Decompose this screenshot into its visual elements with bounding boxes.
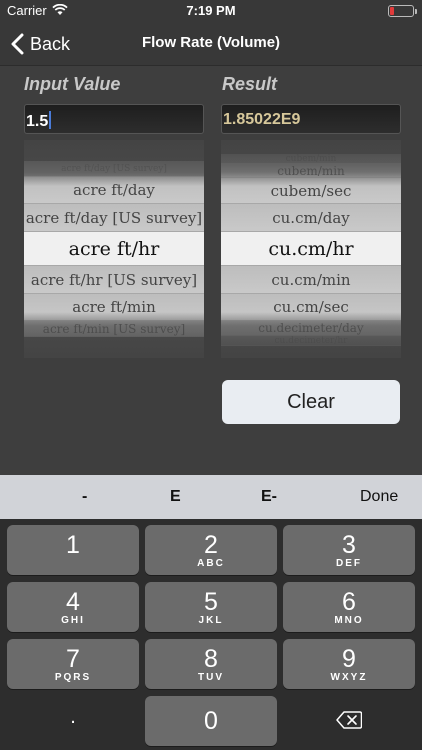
delete-key[interactable] [283,696,415,746]
picker-row[interactable]: acre ft/day [24,177,204,204]
picker-row[interactable]: cu.cm/day [221,204,401,232]
picker-row[interactable]: cu.decimeter/day [221,321,401,336]
key-letters: ABC [197,558,225,569]
key-letters: MNO [334,615,364,626]
done-button[interactable]: Done [360,488,398,506]
key-5[interactable]: 5 JKL [145,582,277,632]
input-unit-picker[interactable]: acre ft/day [US survey] acre ft/day acre… [24,140,204,358]
key-letters: GHI [61,615,85,626]
result-field: 1.85022E9 [221,104,401,134]
negative-exponent-key[interactable]: E- [261,488,277,506]
key-4[interactable]: 4 GHI [7,582,139,632]
key-letters: TUV [198,672,224,683]
keyboard-accessory-bar: - E E- Done [0,475,422,519]
battery-icon [388,5,417,17]
text-caret [49,111,52,129]
result-label: Result [222,74,278,94]
number-pad: 1 2 ABC 3 DEF 4 GHI 5 JKL 6 MNO 7 PQRS 8… [0,519,422,750]
converter-panel: Input Value Result 1.5 1.85022E9 acre ft… [0,66,422,475]
key-digit: 6 [342,588,356,616]
picker-row[interactable]: acre ft/day [US survey] [24,161,204,177]
key-3[interactable]: 3 DEF [283,525,415,575]
key-0[interactable]: 0 [145,696,277,746]
picker-row[interactable]: cubem/min [221,164,401,178]
key-digit: . [70,706,76,728]
key-digit: 9 [342,645,356,673]
status-time: 7:19 PM [186,3,236,18]
result-value-text: 1.85022E9 [223,111,301,128]
key-7[interactable]: 7 PQRS [7,639,139,689]
key-digit: 8 [204,645,218,673]
key-1[interactable]: 1 [7,525,139,575]
key-digit: 2 [204,531,218,559]
key-decimal[interactable]: . [7,696,139,746]
key-letters: PQRS [54,672,92,683]
key-8[interactable]: 8 TUV [145,639,277,689]
picker-row[interactable]: cu.decimeter/hr [221,336,401,346]
picker-row[interactable]: acre ft/day [US survey] [24,204,204,232]
picker-row[interactable]: cubem/min [221,154,401,164]
picker-row[interactable]: acre ft/min [US survey] [24,321,204,337]
key-letters: WXYZ [330,672,368,683]
nav-bar: Back Flow Rate (Volume) [0,22,422,66]
clear-button[interactable]: Clear [222,380,400,424]
page-title: Flow Rate (Volume) [141,34,281,51]
picker-row[interactable]: acre ft/hr [US survey] [24,266,204,294]
status-bar: Carrier 7:19 PM [0,0,422,22]
picker-row-selected[interactable]: acre ft/hr [24,232,204,266]
key-letters: DEF [336,558,362,569]
picker-row[interactable]: cu.cm/min [221,266,401,294]
input-value-label: Input Value [24,74,121,94]
input-value-text: 1.5 [26,113,49,130]
key-digit: 3 [342,531,356,559]
picker-row[interactable]: cu.cm/sec [221,294,401,321]
key-9[interactable]: 9 WXYZ [283,639,415,689]
key-digit: 0 [204,707,218,735]
key-digit: 7 [66,645,80,673]
key-digit: 1 [66,531,80,559]
key-digit: 5 [204,588,218,616]
backspace-icon [336,711,362,729]
picker-row[interactable]: acre ft/min [24,294,204,321]
picker-row[interactable]: cubem/sec [221,178,401,204]
minus-key[interactable]: - [82,488,87,506]
key-2[interactable]: 2 ABC [145,525,277,575]
key-6[interactable]: 6 MNO [283,582,415,632]
key-digit: 4 [66,588,80,616]
picker-row-selected[interactable]: cu.cm/hr [221,232,401,266]
exponent-key[interactable]: E [170,488,181,506]
key-letters: JKL [198,615,224,626]
input-value-field[interactable]: 1.5 [24,104,204,134]
result-unit-picker[interactable]: cubem/min cubem/min cubem/sec cu.cm/day … [221,140,401,358]
